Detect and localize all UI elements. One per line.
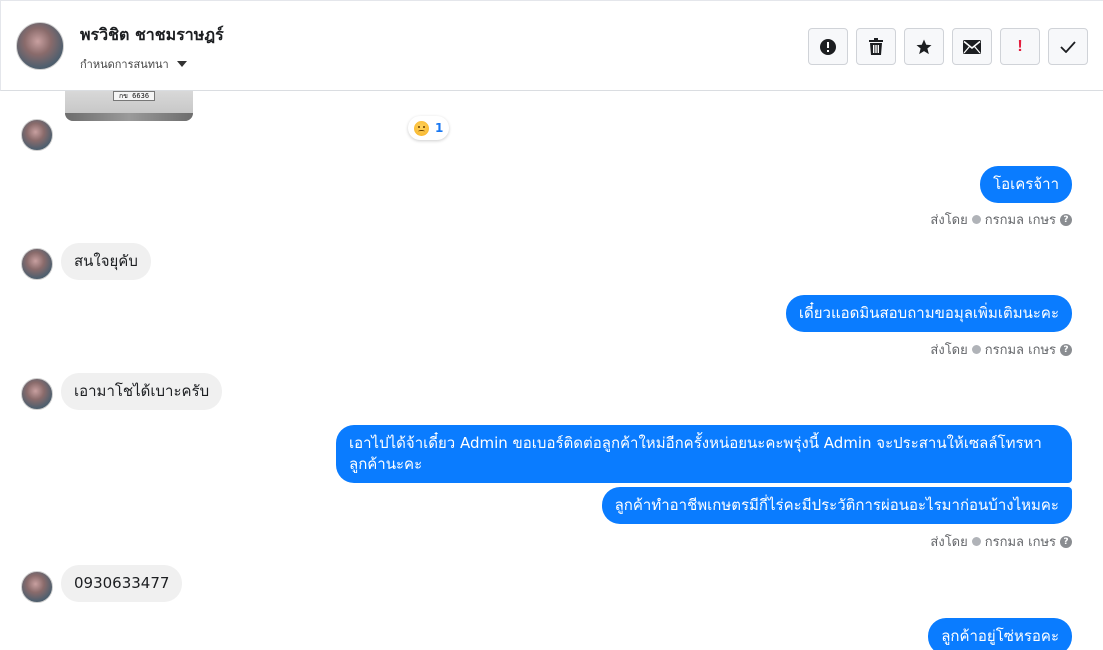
message-bubble-incoming[interactable]: สนใจยุคับ (61, 243, 151, 280)
reaction-count: 1 (435, 121, 444, 135)
star-button[interactable] (904, 28, 944, 65)
photo-attachment[interactable]: กข 6636 (65, 91, 193, 121)
photo-bumper (65, 113, 193, 121)
reaction-badge[interactable]: 1 (408, 116, 450, 140)
help-icon[interactable]: ? (1060, 535, 1072, 548)
sent-by-prefix: ส่งโดย (930, 213, 968, 228)
message-bubble-outgoing[interactable]: เดี๋ยวแอดมินสอบถามขอมุลเพิ่มเติมนะคะ (785, 295, 1072, 332)
delete-button[interactable] (856, 28, 896, 65)
verified-dot-icon (971, 215, 981, 224)
report-button[interactable] (808, 28, 848, 65)
star-icon (916, 39, 932, 54)
license-plate: กข 6636 (113, 91, 155, 101)
sent-by-prefix: ส่งโดย (930, 343, 968, 358)
header-actions: ! (808, 28, 1088, 65)
trash-icon (869, 37, 883, 55)
message-bubble-outgoing[interactable]: เอาไปได้จ้าเดี๋ยว Admin ขอเบอร์ติดต่อลูก… (336, 425, 1072, 483)
mark-unread-button[interactable] (952, 28, 992, 65)
verified-dot-icon (971, 537, 981, 546)
sent-by-name[interactable]: กรกมล เกษร (985, 209, 1056, 230)
sender-avatar[interactable] (21, 571, 53, 603)
contact-name[interactable]: พรวิชิต ชาชมราษฎร์ (80, 23, 224, 48)
conversation-schedule-label: กำหนดการสนทนา (80, 58, 169, 71)
sent-by-line: ส่งโดย กรกมล เกษร ? (930, 339, 1072, 360)
help-icon[interactable]: ? (1060, 343, 1072, 356)
sent-by-line: ส่งโดย กรกมล เกษร ? (930, 209, 1072, 230)
message-bubble-outgoing[interactable]: ลูกค้าอยู่โซ่หรอคะ (928, 618, 1072, 650)
mark-done-button[interactable] (1048, 28, 1088, 65)
message-bubble-incoming[interactable]: 0930633477 (61, 565, 183, 602)
contact-avatar[interactable] (16, 22, 64, 70)
message-thread[interactable]: กข 6636 1 โอเครจ้าา ส่งโดย กรกมล เกษร ? … (0, 91, 1103, 650)
conversation-schedule-dropdown[interactable]: กำหนดการสนทนา (80, 55, 187, 73)
sent-by-prefix: ส่งโดย (930, 535, 968, 550)
check-icon (1060, 40, 1076, 53)
message-bubble-outgoing[interactable]: ลูกค้าทำอาชีพเกษตรมีกี่ไร่คะมีประวัติการ… (601, 487, 1072, 524)
angry-emoji-icon (414, 120, 429, 136)
sent-by-line: ส่งโดย กรกมล เกษร ? (930, 531, 1072, 552)
exclamation-circle-icon (820, 38, 836, 55)
envelope-icon (963, 39, 981, 54)
exclamation-icon: ! (1017, 37, 1023, 55)
caret-down-icon (176, 61, 187, 67)
message-bubble-outgoing[interactable]: โอเครจ้าา (980, 166, 1072, 203)
sent-by-name[interactable]: กรกมล เกษร (985, 339, 1056, 360)
verified-dot-icon (971, 345, 981, 354)
sender-avatar[interactable] (21, 378, 53, 410)
priority-button[interactable]: ! (1000, 28, 1040, 65)
sender-avatar[interactable] (21, 248, 53, 280)
message-bubble-incoming[interactable]: เอามาโชได้เบาะครับ (61, 373, 223, 410)
sender-avatar[interactable] (21, 119, 53, 151)
conversation-header: พรวิชิต ชาชมราษฎร์ กำหนดการสนทนา ! (0, 0, 1103, 91)
sent-by-name[interactable]: กรกมล เกษร (985, 531, 1056, 552)
help-icon[interactable]: ? (1060, 213, 1072, 226)
